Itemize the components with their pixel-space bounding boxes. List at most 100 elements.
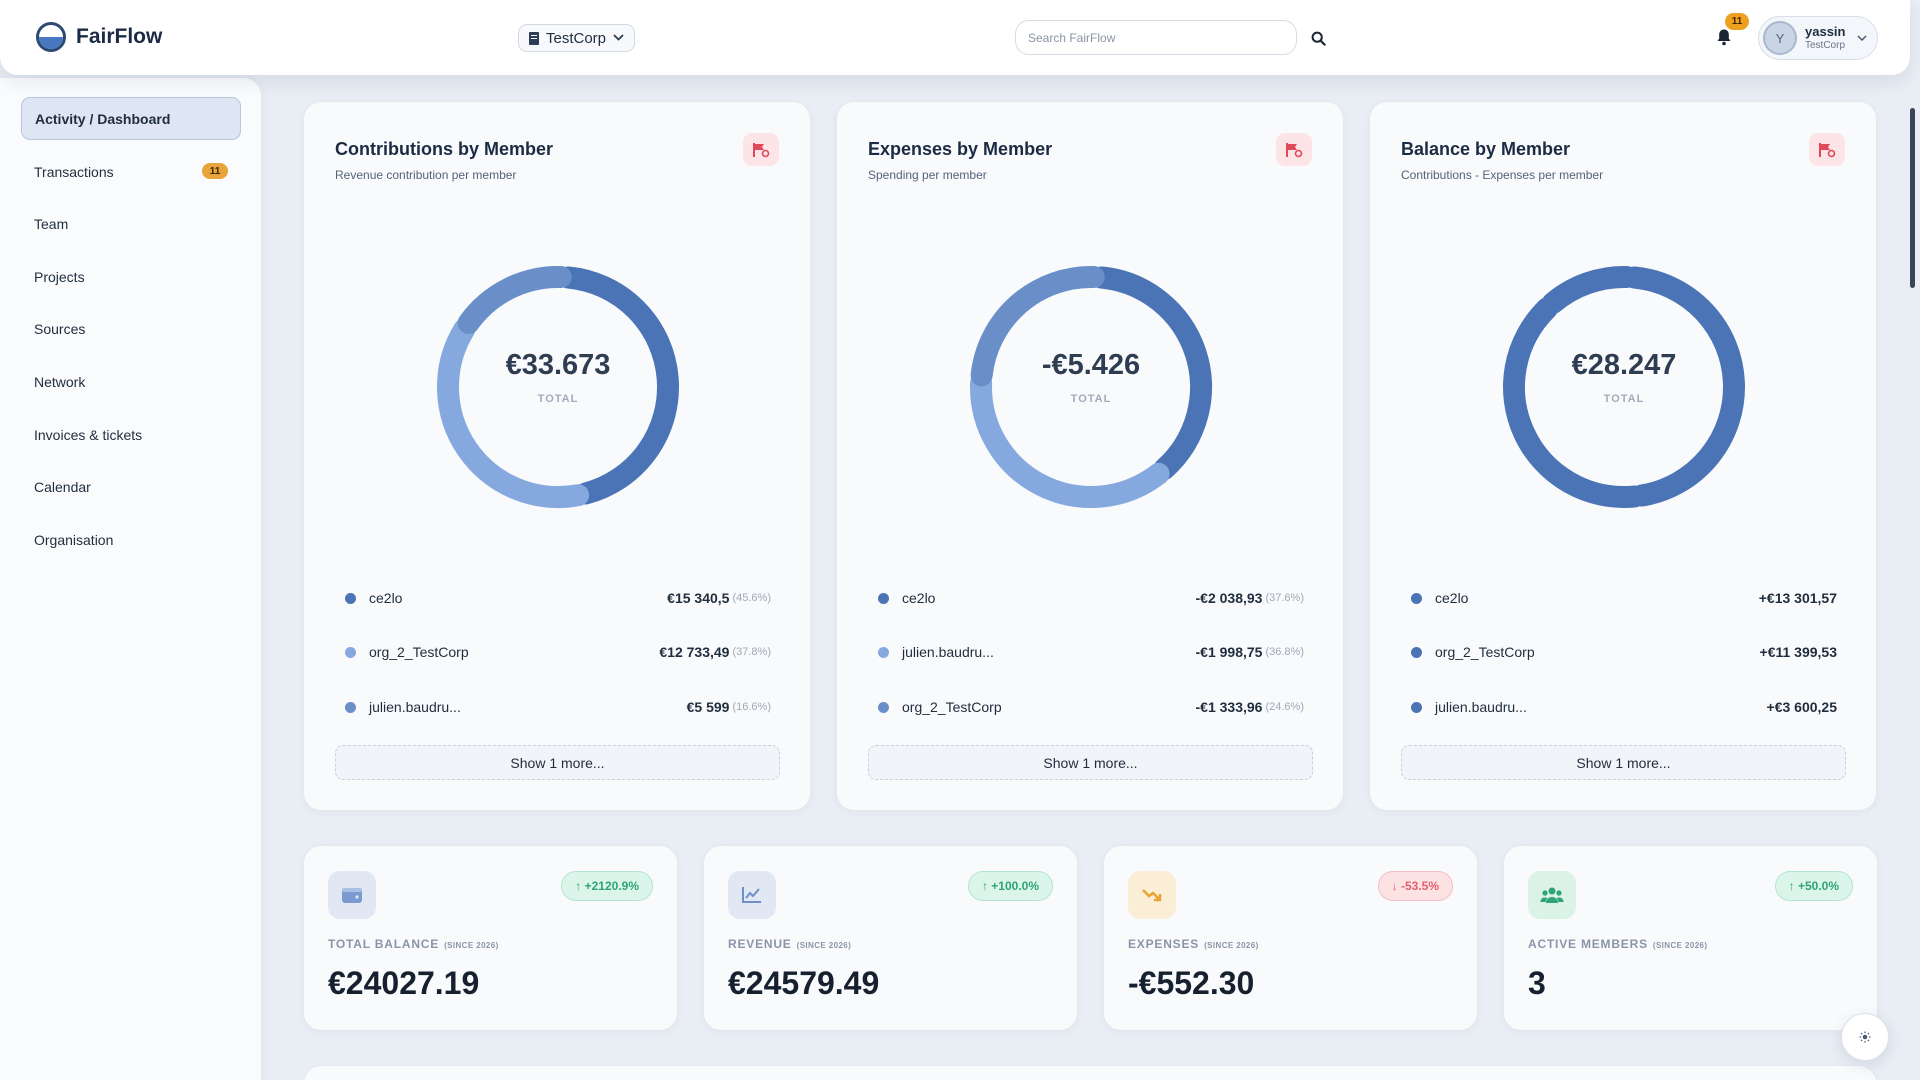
legend-dot xyxy=(1411,592,1422,604)
expenses-card: Expenses by Member Spending per member -… xyxy=(836,101,1344,811)
sidebar-item-network[interactable]: Network xyxy=(21,360,241,403)
donut-slice-0[interactable] xyxy=(557,266,679,505)
legend-item: org_2_TestCorp €12 733,49 (37.8%) xyxy=(345,641,771,663)
sidebar-item-label: Network xyxy=(34,373,86,390)
legend-item: julien.baudru... +€3 600,25 xyxy=(1411,696,1837,718)
legend-name: org_2_TestCorp xyxy=(369,644,469,660)
legend-dot xyxy=(345,701,356,713)
legend-name: org_2_TestCorp xyxy=(1435,644,1535,660)
transactions-count-badge: 11 xyxy=(202,163,228,179)
card-title: Balance by Member xyxy=(1401,139,1571,159)
trend-down-icon xyxy=(1128,871,1176,919)
change-badge: ↓ -53.5% xyxy=(1377,871,1453,901)
sidebar-item-label: Projects xyxy=(34,268,85,285)
donut-total-label: TOTAL xyxy=(537,393,579,405)
sidebar-item-calendar[interactable]: Calendar xyxy=(21,465,241,508)
donut-slice-2[interactable] xyxy=(457,266,572,334)
sidebar-item-projects[interactable]: Projects xyxy=(21,255,241,298)
flag-icon xyxy=(753,142,770,157)
sidebar-item-team[interactable]: Team xyxy=(21,202,241,245)
sidebar-item-dashboard[interactable]: Activity / Dashboard xyxy=(21,97,241,140)
report-button[interactable] xyxy=(1809,133,1845,166)
revenue-card: ↑ +100.0% REVENUE (SINCE 2026) €24579.49 xyxy=(703,845,1078,1031)
notifications-button[interactable] xyxy=(1716,28,1736,48)
legend-percent: (37.6%) xyxy=(1265,592,1304,604)
show-more-button[interactable]: Show 1 more... xyxy=(868,745,1313,780)
legend-value: +€13 301,57 xyxy=(1758,590,1837,606)
stat-value: 3 xyxy=(1528,965,1546,1001)
legend-value: +€3 600,25 xyxy=(1766,699,1837,715)
flag-icon xyxy=(1286,142,1303,157)
legend-dot xyxy=(878,592,889,604)
chevron-down-icon xyxy=(1857,32,1868,44)
card-subtitle: Revenue contribution per member xyxy=(335,168,517,182)
user-org: TestCorp xyxy=(1805,39,1846,51)
legend-value: €12 733,49 xyxy=(659,644,730,660)
legend-dot xyxy=(345,646,356,658)
legend-dot xyxy=(878,701,889,713)
legend-name: julien.baudru... xyxy=(369,699,461,715)
contributions-card: Contributions by Member Revenue contribu… xyxy=(303,101,811,811)
legend-value: -€1 333,96 xyxy=(1195,699,1263,715)
settings-fab[interactable] xyxy=(1841,1013,1889,1061)
search-button[interactable] xyxy=(1302,22,1334,54)
change-badge: ↑ +100.0% xyxy=(967,871,1053,901)
stat-value: -€552.30 xyxy=(1128,965,1255,1001)
stat-since: (SINCE 2026) xyxy=(796,941,852,950)
donut-total-label: TOTAL xyxy=(1603,393,1645,405)
sidebar-item-organisation[interactable]: Organisation xyxy=(21,518,241,561)
legend-name: ce2lo xyxy=(1435,590,1469,606)
report-button[interactable] xyxy=(1276,133,1312,166)
app-name: FairFlow xyxy=(76,25,163,48)
org-selector[interactable]: TestCorp xyxy=(518,24,636,52)
building-icon xyxy=(529,31,539,45)
donut-total: €28.247 xyxy=(1571,349,1677,381)
expenses-stat-card: ↓ -53.5% EXPENSES (SINCE 2026) -€552.30 xyxy=(1103,845,1478,1031)
chart-line-icon xyxy=(728,871,776,919)
donut-slice-0[interactable] xyxy=(1623,266,1745,507)
donut-chart xyxy=(970,266,1212,508)
chevron-down-icon xyxy=(613,32,624,44)
bell-icon xyxy=(1717,29,1731,46)
scrollbar[interactable] xyxy=(1910,108,1915,288)
sidebar-item-transactions[interactable]: Transactions 11 xyxy=(21,150,241,193)
legend-item: julien.baudru... €5 599 (16.6%) xyxy=(345,696,771,718)
stat-value: €24579.49 xyxy=(728,965,880,1001)
sidebar-item-label: Invoices & tickets xyxy=(34,426,143,443)
show-more-button[interactable]: Show 1 more... xyxy=(1401,745,1846,780)
next-section-card xyxy=(303,1065,1877,1080)
sidebar-item-label: Sources xyxy=(34,320,86,337)
donut-slice-2[interactable] xyxy=(1541,266,1638,315)
legend-name: ce2lo xyxy=(369,590,403,606)
report-button[interactable] xyxy=(743,133,779,166)
active-members-card: ↑ +50.0% ACTIVE MEMBERS (SINCE 2026) 3 xyxy=(1503,845,1878,1031)
show-more-button[interactable]: Show 1 more... xyxy=(335,745,780,780)
org-name: TestCorp xyxy=(546,29,607,47)
legend-item: org_2_TestCorp +€11 399,53 xyxy=(1411,641,1837,663)
legend-percent: (37.8%) xyxy=(732,646,771,658)
donut-total-label: TOTAL xyxy=(1070,393,1112,405)
total-balance-card: ↑ +2120.9% TOTAL BALANCE (SINCE 2026) €24… xyxy=(303,845,678,1031)
sidebar-item-label: Team xyxy=(34,215,69,232)
search-input[interactable] xyxy=(1015,20,1297,55)
legend-item: ce2lo +€13 301,57 xyxy=(1411,587,1837,609)
balance-card: Balance by Member Contributions - Expens… xyxy=(1369,101,1877,811)
stat-label: REVENUE (SINCE 2026) xyxy=(728,937,852,951)
legend-name: julien.baudru... xyxy=(1435,699,1527,715)
legend-value: €5 599 xyxy=(686,699,730,715)
sidebar-item-sources[interactable]: Sources xyxy=(21,307,241,350)
sidebar-item-invoices[interactable]: Invoices & tickets xyxy=(21,413,241,456)
user-menu[interactable]: Y yassin TestCorp xyxy=(1758,16,1878,60)
legend-percent: (24.6%) xyxy=(1265,701,1304,713)
legend-item: org_2_TestCorp -€1 333,96 (24.6%) xyxy=(878,696,1304,718)
sidebar: Activity / Dashboard Transactions 11 Tea… xyxy=(0,78,261,1080)
users-icon xyxy=(1528,871,1576,919)
legend-name: org_2_TestCorp xyxy=(902,699,1002,715)
notification-count-badge: 11 xyxy=(1725,13,1749,30)
sidebar-item-label: Organisation xyxy=(34,531,114,548)
legend-item: ce2lo €15 340,5 (45.6%) xyxy=(345,587,771,609)
stat-value: €24027.19 xyxy=(328,965,480,1001)
donut-chart xyxy=(437,266,679,508)
app-logo[interactable]: FairFlow xyxy=(36,22,162,52)
legend-name: julien.baudru... xyxy=(902,644,994,660)
